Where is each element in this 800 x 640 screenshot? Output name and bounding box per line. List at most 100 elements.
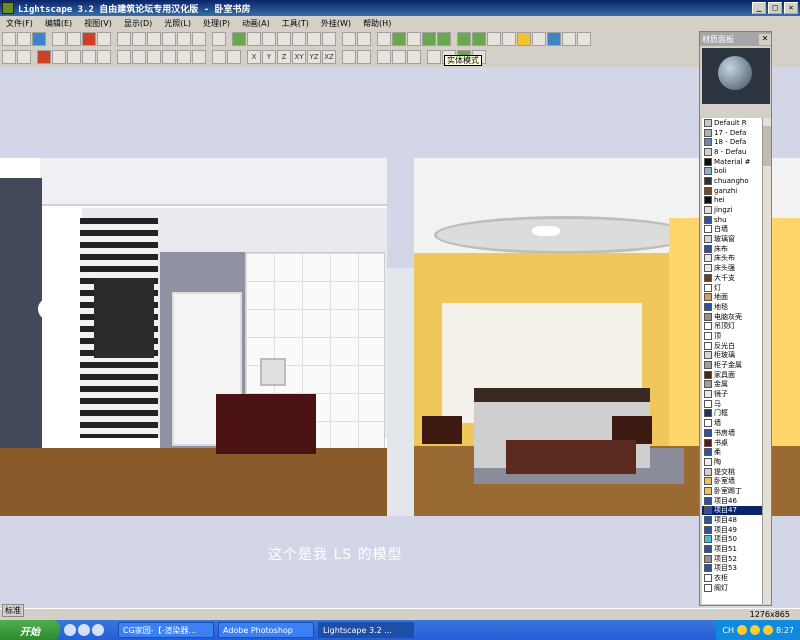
material-list-item[interactable]: 门框 [702,409,762,419]
material-list-item[interactable]: 柔 [702,447,762,457]
material-list-item[interactable]: 项目52 [702,554,762,564]
material-list-item[interactable]: ganzhi [702,186,762,196]
material-list-item[interactable]: Default R [702,118,762,128]
material-list-item[interactable]: 8 - Defau [702,147,762,157]
material-list-item[interactable]: 卧室踢丁 [702,486,762,496]
material-list-item[interactable]: 电脑灰壳 [702,312,762,322]
menu-process[interactable]: 处理(P) [197,18,236,29]
preview-icon[interactable] [67,32,81,46]
walk-icon[interactable] [232,32,246,46]
material-list-item[interactable]: 镜子 [702,389,762,399]
select-arrow-icon[interactable] [2,50,16,64]
tab-standard[interactable]: 标准 [2,604,24,617]
material-list-item[interactable]: 柜玻璃 [702,351,762,361]
material-list[interactable]: Default R 17 - Defa 18 - Defa 8 - Defau Mate… [702,118,762,604]
material-list-item[interactable]: 陶 [702,457,762,467]
axis-y-icon[interactable]: Y [262,50,276,64]
taskbar-item-cg[interactable]: CG家园-【-渲染器... [118,622,214,638]
solid-icon[interactable] [422,32,436,46]
material-list-item[interactable]: 吊顶灯 [702,321,762,331]
view-right-icon[interactable] [162,32,176,46]
rotate-object-icon[interactable] [147,50,161,64]
view-bottom-icon[interactable] [192,32,206,46]
maximize-button[interactable]: □ [768,2,782,14]
wireframe-icon[interactable] [377,32,391,46]
material-list-item[interactable]: 项目48 [702,515,762,525]
views-icon[interactable] [532,32,546,46]
material-list-item[interactable]: 反光白 [702,341,762,351]
menu-view[interactable]: 视图(V) [78,18,118,29]
view-back-icon[interactable] [132,32,146,46]
grid-icon[interactable] [227,50,241,64]
quicklaunch-icon[interactable] [78,624,90,636]
material-list-item[interactable]: 书桌 [702,438,762,448]
material-list-item[interactable]: 书房墙 [702,428,762,438]
material-list-item[interactable]: 大千支 [702,273,762,283]
select-block-icon[interactable] [52,50,66,64]
select-layer-icon[interactable] [82,50,96,64]
material-list-item[interactable]: 17 - Defa [702,128,762,138]
material-list-scrollbar[interactable] [762,118,771,604]
start-button[interactable]: 开始 [0,620,60,640]
rotate-icon[interactable] [322,32,336,46]
material-list-item[interactable]: 家具面 [702,370,762,380]
material-panel-close-button[interactable]: ✕ [759,33,771,45]
lights-icon[interactable] [502,32,516,46]
material-list-item[interactable]: 项目51 [702,544,762,554]
mirror-icon[interactable] [192,50,206,64]
texture-icon[interactable] [437,32,451,46]
plane-yz-icon[interactable]: YZ [307,50,321,64]
taskbar-item-photoshop[interactable]: Adobe Photoshop [218,622,314,638]
quicklaunch-icon[interactable] [64,624,76,636]
material-list-item[interactable]: 地面 [702,292,762,302]
menu-plugins[interactable]: 外挂(W) [315,18,357,29]
new-icon[interactable] [2,32,16,46]
zoom-icon[interactable] [247,32,261,46]
minimize-button[interactable]: _ [752,2,766,14]
tray-icon[interactable] [737,625,748,635]
scale-icon[interactable] [162,50,176,64]
view-top-icon[interactable] [177,32,191,46]
hidden-line-icon[interactable] [407,50,421,64]
undo-icon[interactable] [342,50,356,64]
align-icon[interactable] [177,50,191,64]
render-icon[interactable] [547,32,561,46]
roll-icon[interactable] [307,32,321,46]
menu-tools[interactable]: 工具(T) [276,18,315,29]
material-list-item[interactable]: 地毯 [702,302,762,312]
select-icon[interactable] [17,50,31,64]
material-list-item[interactable]: 项目46 [702,496,762,506]
menu-edit[interactable]: 编辑(E) [39,18,78,29]
plane-xz-icon[interactable]: XZ [322,50,336,64]
blocks-icon[interactable] [487,32,501,46]
material-list-item[interactable]: 玻璃窗 [702,234,762,244]
material-list-item[interactable]: 提交桃 [702,467,762,477]
material-list-item[interactable]: 柜子金属 [702,360,762,370]
layers-icon[interactable] [457,32,471,46]
menu-file[interactable]: 文件(F) [0,18,39,29]
axis-x-icon[interactable]: X [247,50,261,64]
open-icon[interactable] [17,32,31,46]
menu-display[interactable]: 显示(D) [118,18,158,29]
copy-icon[interactable] [132,50,146,64]
select-surface-icon[interactable] [37,50,51,64]
snap-icon[interactable] [212,50,226,64]
close-button[interactable]: ✕ [784,2,798,14]
help-icon[interactable] [82,32,96,46]
menu-help[interactable]: 帮助(H) [357,18,397,29]
plane-xy-icon[interactable]: XY [292,50,306,64]
solid-mode-button-icon[interactable] [377,50,391,64]
texture-mode-icon[interactable] [392,50,406,64]
material-list-item[interactable]: 马 [702,399,762,409]
material-list-item[interactable]: 卧室墙 [702,476,762,486]
scrollbar-thumb[interactable] [763,126,771,166]
material-list-item[interactable]: 床头强 [702,263,762,273]
menu-light[interactable]: 光照(L) [158,18,197,29]
context-help-icon[interactable] [97,32,111,46]
tray-icon[interactable] [750,625,761,635]
materials-icon[interactable] [472,32,486,46]
menu-animation[interactable]: 动画(A) [236,18,276,29]
taskbar-item-lightscape[interactable]: Lightscape 3.2 ... [318,622,414,638]
view-front-icon[interactable] [117,32,131,46]
render-quality-icon[interactable] [427,50,441,64]
